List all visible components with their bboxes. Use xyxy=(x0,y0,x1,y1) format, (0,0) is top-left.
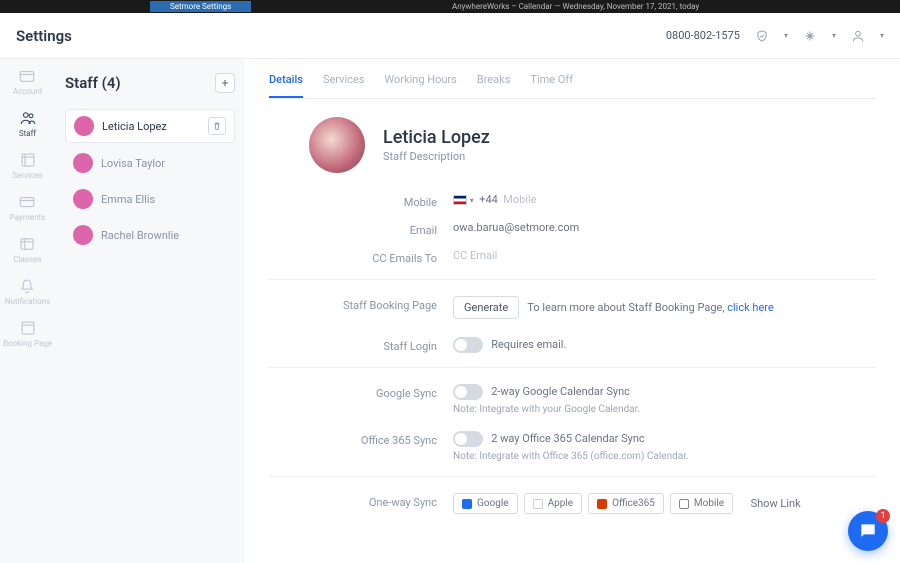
cc-email-input[interactable]: CC Email xyxy=(453,249,876,262)
browser-tab-calendar[interactable]: AnywhereWorks – Callendar — Wednesday, N… xyxy=(452,2,699,11)
tab-details[interactable]: Details xyxy=(269,73,303,98)
staff-avatar-large[interactable] xyxy=(309,117,365,173)
office-sync-toggle[interactable] xyxy=(453,431,483,447)
user-icon[interactable] xyxy=(851,29,865,43)
nav-services[interactable]: Services xyxy=(12,151,42,180)
google-sync-caption: 2-way Google Calendar Sync xyxy=(491,385,630,398)
mobile-prefix: +44 xyxy=(479,193,498,206)
staff-list-title: Staff (4) xyxy=(65,74,121,92)
avatar xyxy=(74,116,94,136)
tab-breaks[interactable]: Breaks xyxy=(477,73,511,98)
nav-notifications[interactable]: Notifications xyxy=(5,277,50,306)
app-header: Settings 0800-802-1575 ▾ ▾ ▾ xyxy=(0,13,900,59)
staff-list-panel: Staff (4) + Leticia Lopez Lovisa Taylor … xyxy=(55,59,245,563)
divider xyxy=(269,279,876,280)
tab-services[interactable]: Services xyxy=(323,73,364,98)
header-phone[interactable]: 0800-802-1575 xyxy=(666,29,740,42)
mobile-input[interactable]: Mobile xyxy=(503,193,536,206)
staff-description-field[interactable]: Staff Description xyxy=(383,150,490,163)
staff-item-rachel[interactable]: Rachel Brownlie xyxy=(65,219,235,251)
add-staff-button[interactable]: + xyxy=(215,73,235,93)
sync-apple-button[interactable]: Apple xyxy=(524,493,583,514)
mobile-label: Mobile xyxy=(269,193,453,209)
email-label: Email xyxy=(269,221,453,237)
oneway-sync-label: One-way Sync xyxy=(269,493,453,509)
nav-payments[interactable]: Payments xyxy=(10,193,46,222)
booking-hint: To learn more about Staff Booking Page, xyxy=(527,301,727,314)
nav-account[interactable]: Account xyxy=(13,67,43,96)
staff-item-emma[interactable]: Emma Ellis xyxy=(65,183,235,215)
sync-google-button[interactable]: Google xyxy=(453,493,518,514)
cc-label: CC Emails To xyxy=(269,249,453,265)
staff-detail-content: Details Services Working Hours Breaks Ti… xyxy=(245,59,900,563)
google-sync-label: Google Sync xyxy=(269,384,453,400)
booking-learn-more-link[interactable]: click here xyxy=(727,301,774,314)
nav-booking-page[interactable]: Booking Page xyxy=(3,319,52,348)
tab-working-hours[interactable]: Working Hours xyxy=(384,73,456,98)
staff-item-leticia[interactable]: Leticia Lopez xyxy=(65,109,235,143)
tab-time-off[interactable]: Time Off xyxy=(530,73,573,98)
google-sync-note: Note: Integrate with your Google Calenda… xyxy=(453,404,876,415)
staff-item-lovisa[interactable]: Lovisa Taylor xyxy=(65,147,235,179)
staff-login-label: Staff Login xyxy=(269,337,453,353)
staff-login-toggle[interactable] xyxy=(453,337,483,353)
flag-uk-icon[interactable] xyxy=(453,195,467,205)
show-link-button[interactable]: Show Link xyxy=(751,497,801,510)
booking-page-label: Staff Booking Page xyxy=(269,296,453,312)
nav-staff[interactable]: Staff xyxy=(19,109,37,138)
office-sync-note: Note: Integrate with Office 365 (office.… xyxy=(453,451,876,462)
settings-nav: Account Staff Services Payments Classes … xyxy=(0,59,55,563)
sync-mobile-button[interactable]: Mobile xyxy=(670,493,733,514)
delete-staff-button[interactable] xyxy=(208,117,226,135)
staff-name-heading[interactable]: Leticia Lopez xyxy=(383,127,490,148)
intercom-chat-button[interactable]: 1 xyxy=(848,511,888,551)
staff-login-hint: Requires email. xyxy=(491,338,566,351)
sync-office365-button[interactable]: Office365 xyxy=(588,493,664,514)
office-sync-label: Office 365 Sync xyxy=(269,431,453,447)
avatar xyxy=(73,153,93,173)
staff-tabs: Details Services Working Hours Breaks Ti… xyxy=(269,59,876,99)
nav-classes[interactable]: Classes xyxy=(13,235,41,264)
sparkle-icon[interactable] xyxy=(803,29,817,43)
office-sync-caption: 2 way Office 365 Calendar Sync xyxy=(491,432,645,445)
os-menubar: Setmore Settings AnywhereWorks – Callend… xyxy=(0,0,900,13)
avatar xyxy=(73,225,93,245)
browser-tab-setmore[interactable]: Setmore Settings xyxy=(150,1,251,12)
divider xyxy=(269,476,876,477)
avatar xyxy=(73,189,93,209)
email-input[interactable]: owa.barua@setmore.com xyxy=(453,221,876,234)
generate-button[interactable]: Generate xyxy=(453,296,519,319)
chat-unread-badge: 1 xyxy=(876,509,890,523)
divider xyxy=(269,367,876,368)
shield-icon[interactable] xyxy=(755,29,769,43)
google-sync-toggle[interactable] xyxy=(453,384,483,400)
page-title: Settings xyxy=(16,27,72,45)
